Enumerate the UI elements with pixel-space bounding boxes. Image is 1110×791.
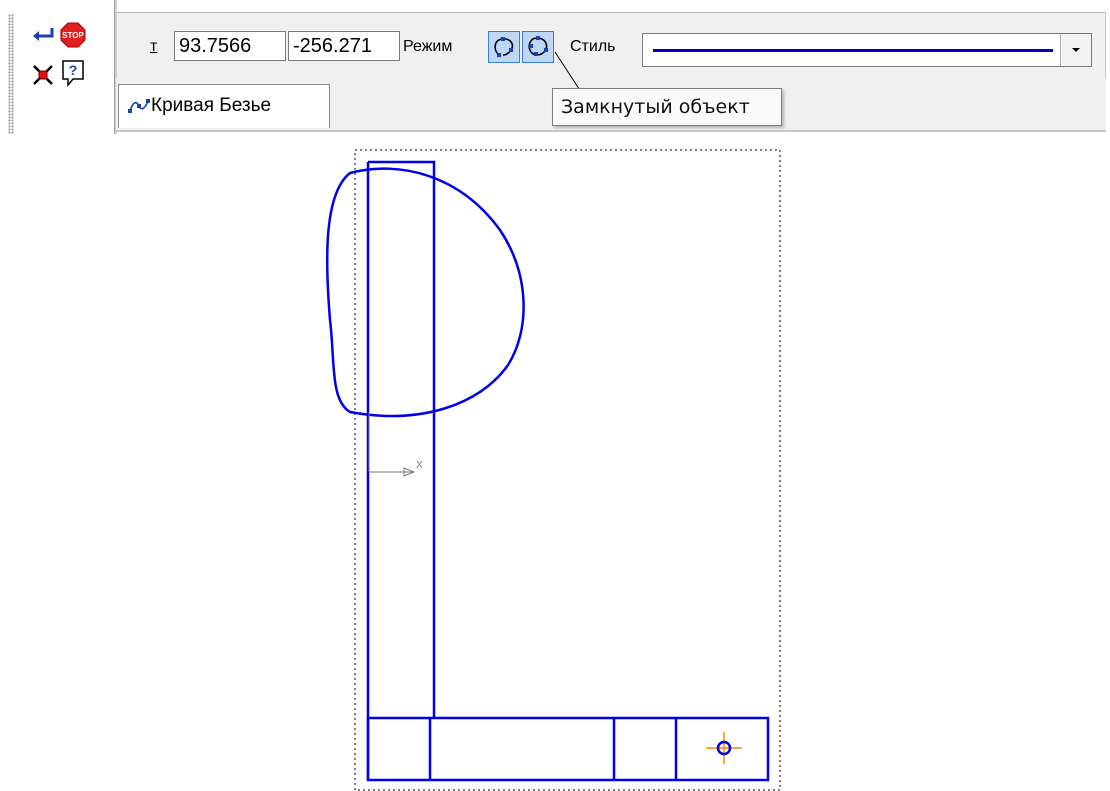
title-block: [366, 716, 770, 782]
tooltip-closed-object: Замкнутый объект: [552, 88, 782, 126]
closed-bezier-curve[interactable]: [325, 167, 525, 418]
vertical-frame-line: [366, 160, 436, 780]
axis-x-label: X: [416, 460, 423, 471]
